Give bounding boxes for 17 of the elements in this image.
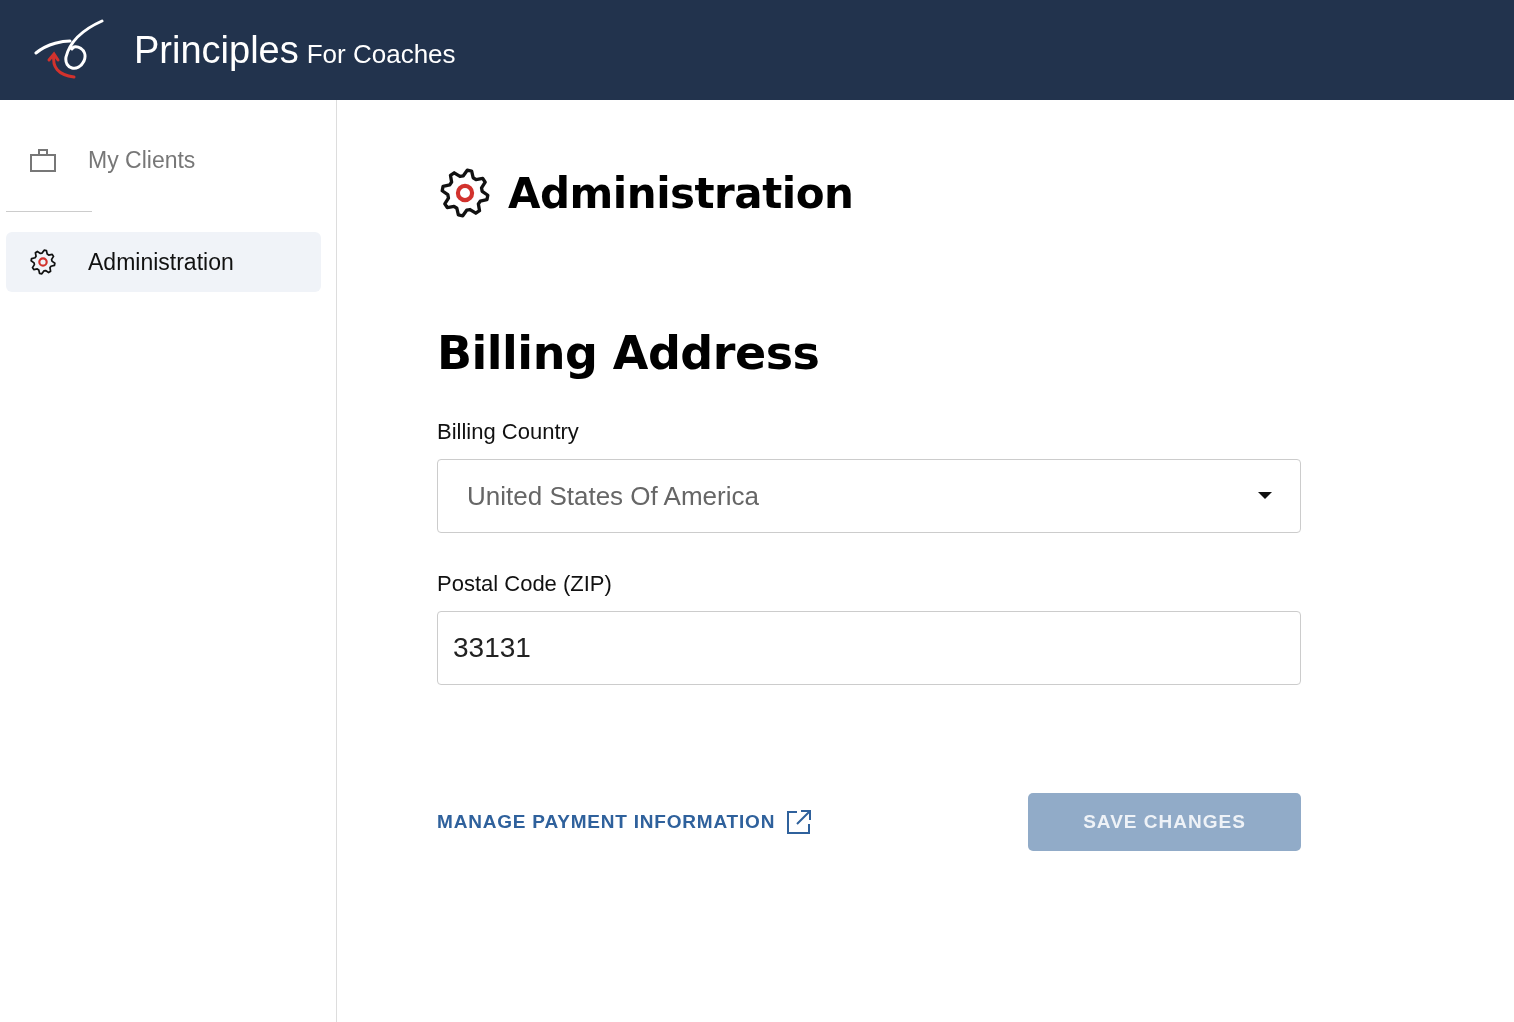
briefcase-icon <box>30 148 56 172</box>
section-heading: Billing Address <box>437 326 821 382</box>
manage-payment-link[interactable]: MANAGE PAYMENT INFORMATION <box>437 810 812 835</box>
postal-code-input[interactable]: 33131 <box>437 611 1301 686</box>
gear-icon <box>440 168 490 218</box>
page-title: Administration <box>508 168 854 218</box>
caret-icon <box>1258 492 1272 501</box>
app-subtitle: For Coaches <box>306 37 456 70</box>
app-title: Principles <box>134 28 299 72</box>
country-dropdown[interactable]: United States Of America <box>437 459 1301 534</box>
field-label: Billing Country <box>437 419 580 446</box>
field-label: Postal Code (ZIP) <box>437 571 613 598</box>
logo-icon <box>34 19 104 81</box>
sidebar-item[interactable]: My Clients <box>6 130 321 190</box>
sidebar-item[interactable]: Administration <box>6 232 321 292</box>
gear-icon <box>30 249 56 275</box>
external-link-icon <box>787 810 812 835</box>
